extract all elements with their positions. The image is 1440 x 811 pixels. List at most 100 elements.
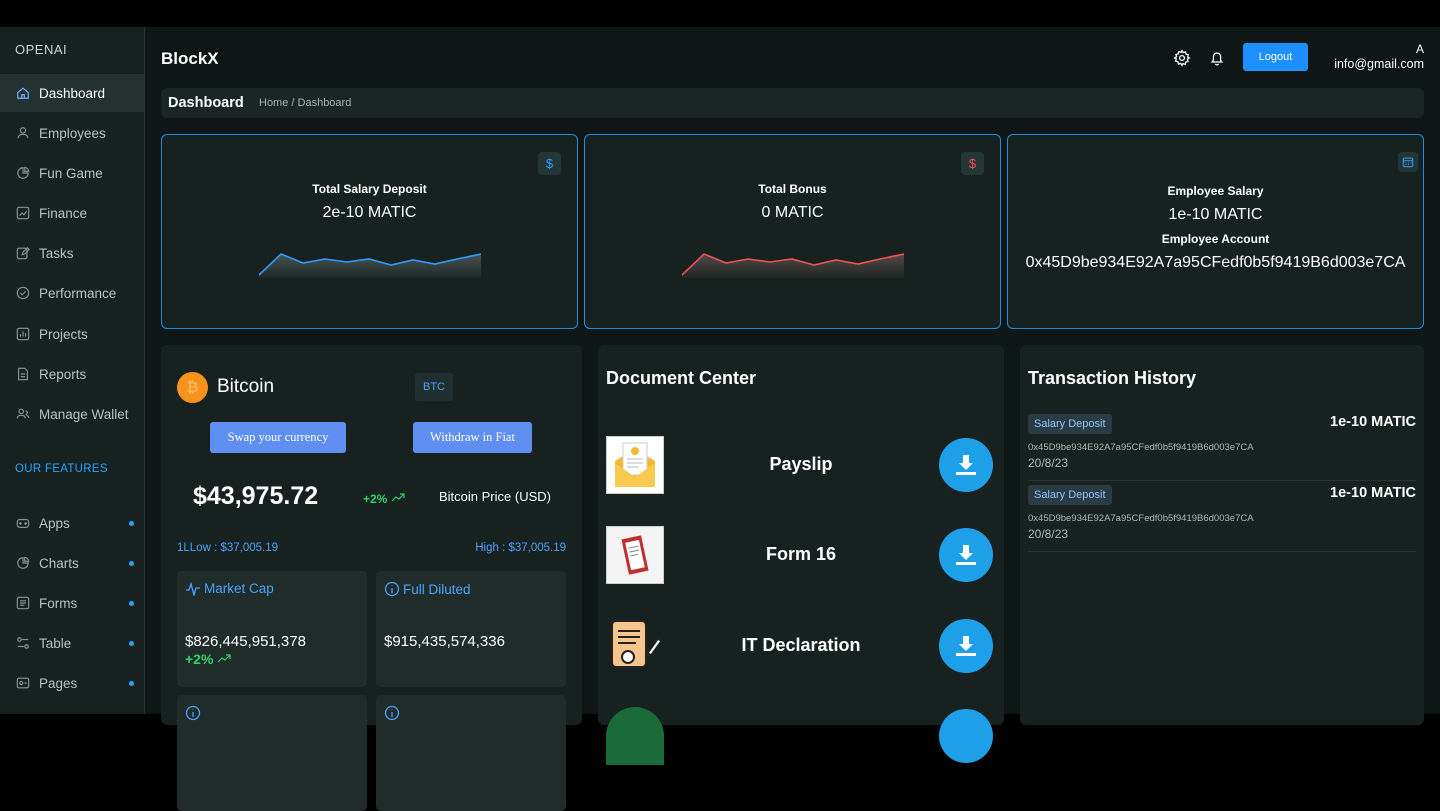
sidebar-item-manage-wallet[interactable]: Manage Wallet [0,395,144,433]
breadcrumb-path[interactable]: Home / Dashboard [259,97,351,109]
sidebar-item-label: Tasks [39,245,74,261]
document-name: Form 16 [765,544,837,564]
transaction-date: 20/8/23 [1028,527,1069,541]
full-diluted-title: Full Diluted [384,581,471,597]
bitcoin-stat-card [177,695,367,811]
sidebar-item-label: Finance [39,205,88,221]
user-avatar-initial[interactable]: A [1416,42,1424,56]
full-diluted-label: Full Diluted [403,581,471,597]
document-row [606,707,996,767]
download-button[interactable] [939,438,993,492]
price-high: High : $37,005.19 [475,542,566,554]
sidebar-brand: OPENAI [15,42,68,57]
dollar-icon: $ [961,152,984,175]
transaction-amount: 1e-10 MATIC [1330,414,1416,430]
transaction-item[interactable]: Salary Deposit 1e-10 MATIC 0x45D9be934E9… [1028,411,1416,481]
price-label: Bitcoin Price (USD) [439,489,551,504]
transaction-item[interactable]: Salary Deposit 1e-10 MATIC 0x45D9be934E9… [1028,482,1416,552]
sidebar-item-label: Projects [39,326,88,342]
stat-label: Total Salary Deposit [312,182,427,196]
activity-icon [186,581,200,596]
download-icon [956,636,976,656]
sidebar-item-performance[interactable]: Performance [0,274,144,312]
calendar-icon [1398,152,1418,172]
transaction-address: 0x45D9be934E92A7a95CFedf0b5f9419B6d003e7… [1028,513,1254,524]
bitcoin-icon: ₿ [177,372,208,403]
page-title: Dashboard [168,95,244,111]
edit-icon [16,246,30,260]
market-cap-value: $826,445,951,378 [185,633,306,650]
bitcoin-stat-card [376,695,566,811]
sidebar-item-reports[interactable]: Reports [0,355,144,393]
transaction-history-panel: Transaction History Salary Deposit 1e-10… [1020,345,1424,725]
transaction-amount: 1e-10 MATIC [1330,485,1416,501]
sidebar-item-dashboard[interactable]: Dashboard [0,74,144,112]
transaction-date: 20/8/23 [1028,456,1069,470]
download-button[interactable] [939,709,993,763]
document-thumbnail [606,707,664,765]
download-button[interactable] [939,528,993,582]
breadcrumb: Dashboard Home / Dashboard [161,88,1424,118]
market-cap-label: Market Cap [204,581,274,596]
bell-icon[interactable] [1208,49,1226,67]
document-row-form-16: Form 16 [606,526,996,586]
info-icon [185,705,201,721]
coin-ticker: BTC [415,373,453,401]
pie-icon [16,166,30,180]
window-top-bar [0,0,1440,27]
bonus-sparkline [682,253,904,278]
sidebar-item-finance[interactable]: Finance [0,194,144,232]
sidebar-item-tasks[interactable]: Tasks [0,234,144,272]
price-low: 1LLow : $37,005.19 [177,542,279,554]
withdraw-fiat-button[interactable]: Withdraw in Fiat [413,422,532,453]
submenu-indicator [129,561,134,566]
total-bonus-card: $ Total Bonus 0 MATIC [584,134,1001,329]
sidebar-item-table[interactable]: Table [0,624,144,662]
full-diluted-value: $915,435,574,336 [384,633,505,650]
sidebar-item-label: Apps [39,515,70,531]
transaction-type-badge: Salary Deposit [1028,485,1112,505]
stat-label: Total Bonus [758,182,827,196]
download-button[interactable] [939,619,993,673]
document-center-panel: Document Center Payslip Form 16 IT Decla… [598,345,1004,765]
document-name: Payslip [769,454,833,474]
sidebar-item-forms[interactable]: Forms [0,584,144,622]
user-email: info@gmail.com [1334,57,1424,71]
sidebar-item-fun-game[interactable]: Fun Game [0,154,144,192]
swap-currency-button[interactable]: Swap your currency [210,422,346,453]
check-circle-icon [16,286,30,300]
stat-value: 2e-10 MATIC [322,204,417,221]
sidebar-item-label: Manage Wallet [39,406,129,422]
gear-icon[interactable] [1173,49,1191,67]
bitcoin-price: $43,975.72 [193,482,319,510]
info-icon [384,581,400,597]
sidebar-item-label: Charts [39,555,79,571]
sliders-icon [16,636,30,650]
employee-salary-card: Employee Salary 1e-10 MATIC Employee Acc… [1007,134,1424,329]
form-icon [16,596,30,610]
submenu-indicator [129,681,134,686]
sidebar-item-label: Fun Game [39,165,103,181]
sidebar-item-pages[interactable]: Pages [0,664,144,702]
submenu-indicator [129,521,134,526]
main-content: BlockX Logout A info@gmail.com Dashboard… [145,27,1440,811]
sidebar-item-employees[interactable]: Employees [0,114,144,152]
account-label: Employee Account [1161,232,1270,246]
sidebar-item-label: Table [39,635,72,651]
market-cap-change: +2% [185,651,231,667]
sidebar-item-projects[interactable]: Projects [0,315,144,353]
dollar-icon: $ [538,152,561,175]
transaction-type-badge: Salary Deposit [1028,414,1112,434]
card-title [185,705,204,721]
form16-thumbnail [606,526,664,584]
sidebar-item-apps[interactable]: Apps [0,504,144,542]
sidebar-item-charts[interactable]: Charts [0,544,144,582]
document-row-payslip: Payslip [606,436,996,496]
transaction-address: 0x45D9be934E92A7a95CFedf0b5f9419B6d003e7… [1028,442,1254,453]
full-diluted-card: Full Diluted $915,435,574,336 [376,571,566,687]
logout-button[interactable]: Logout [1243,43,1308,71]
coin-name: Bitcoin [217,376,275,397]
stat-label: Employee Salary [1167,184,1264,198]
price-change: +2% [363,492,405,506]
stat-value: 0 MATIC [761,204,824,221]
